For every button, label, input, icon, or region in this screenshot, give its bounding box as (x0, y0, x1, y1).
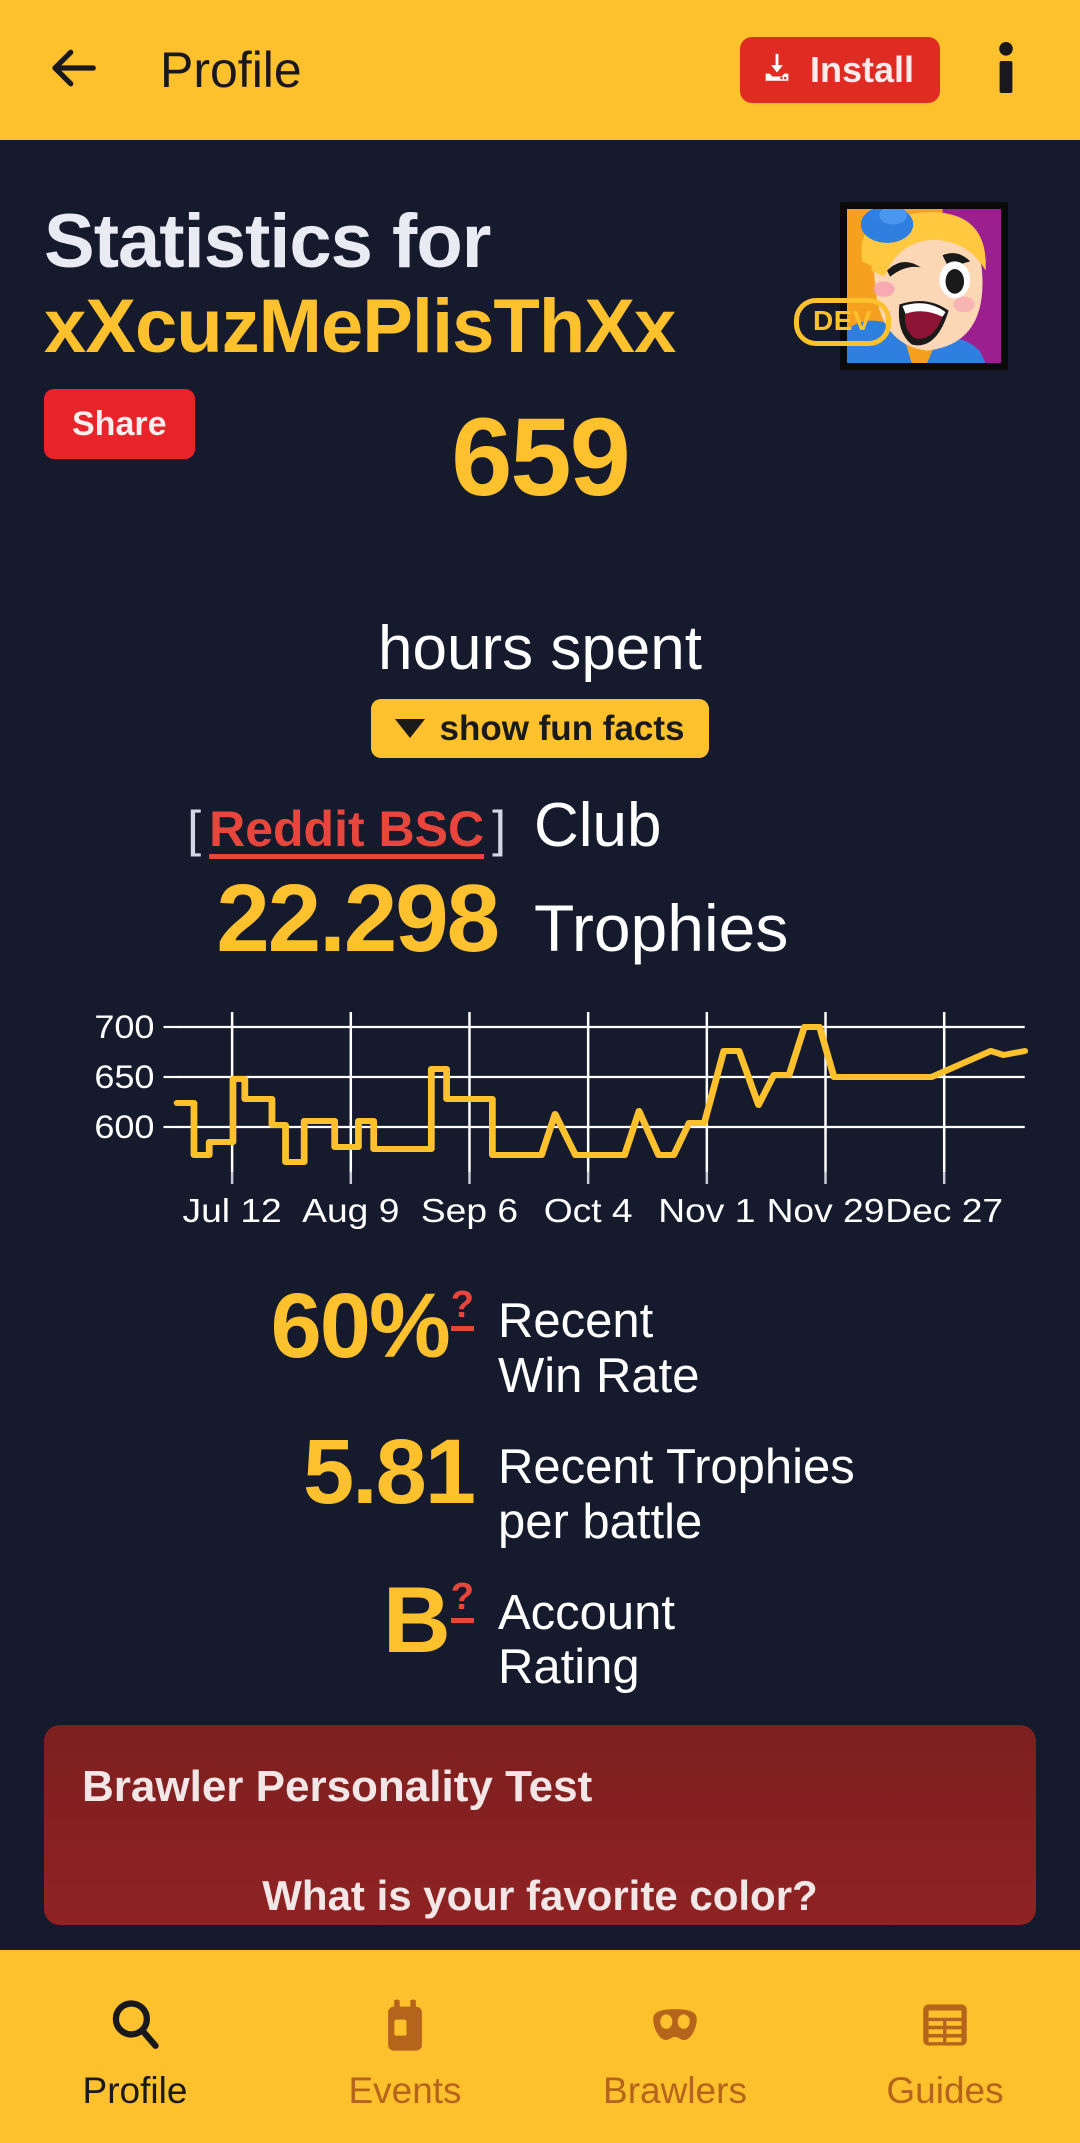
metric-recent-win-rate: 60% ? Recent Win Rate (44, 1275, 1036, 1404)
bracket-close: ] (492, 801, 506, 858)
trophy-history-chart[interactable]: 600 650 700 Jul 12 Aug 9 Sep 6 Oct 4 Nov 1 Nov 2… (44, 1004, 1036, 1234)
nav-item-events[interactable]: Events (270, 1950, 540, 2143)
nav-item-brawlers[interactable]: Brawlers (540, 1950, 810, 2143)
info-icon (996, 41, 1016, 99)
svg-text:Jul 12: Jul 12 (182, 1193, 281, 1230)
statistics-header: Statistics for xXcuzMePlisThXx DEV (44, 140, 1036, 370)
svg-text:Oct 4: Oct 4 (544, 1193, 633, 1230)
metric-value-cell: 60% ? (44, 1275, 474, 1378)
svg-text:650: 650 (94, 1060, 154, 1096)
hours-summary: Share 659 (44, 389, 1036, 599)
club-name-group: [Reddit BSC] (44, 800, 524, 858)
share-button[interactable]: Share (44, 389, 195, 460)
personality-test-title: Brawler Personality Test (82, 1762, 593, 1812)
help-icon-account-rating[interactable]: ? (450, 1578, 474, 1623)
metric-account-rating: B ? Account Rating (44, 1566, 1036, 1696)
profile-content: Statistics for xXcuzMePlisThXx DEV Share… (0, 140, 1080, 1950)
nav-item-guides[interactable]: Guides (810, 1950, 1080, 2143)
svg-text:Nov 29: Nov 29 (767, 1193, 885, 1230)
account-rating-value: B (382, 1566, 451, 1672)
trophies-value: 22.298 (216, 865, 500, 973)
dev-badge: DEV (794, 298, 892, 346)
recent-win-rate-value: 60% (270, 1275, 451, 1378)
metric-value-cell: 5.81 (44, 1420, 476, 1523)
recent-trophies-per-battle-label: Recent Trophies per battle (474, 1426, 1036, 1550)
recent-trophies-per-battle-value: 5.81 (302, 1420, 476, 1523)
trophies-label: Trophies (534, 891, 789, 966)
metric-value-cell: B ? (44, 1566, 474, 1672)
recent-win-rate-label-line1: Recent (498, 1294, 654, 1349)
svg-text:Aug 9: Aug 9 (302, 1193, 399, 1230)
page-title: Profile (160, 42, 302, 98)
nav-label-profile: Profile (82, 2070, 188, 2111)
svg-text:Dec 27: Dec 27 (885, 1193, 1003, 1230)
nav-label-guides: Guides (886, 2070, 1004, 2111)
ticket-icon (376, 1994, 434, 2056)
svg-text:600: 600 (94, 1110, 154, 1146)
brawler-personality-test-card[interactable]: Brawler Personality Test What is your fa… (44, 1725, 1036, 1926)
recent-trophies-label-line2: per battle (498, 1494, 703, 1549)
arrow-left-icon (46, 41, 100, 100)
recent-win-rate-label: Recent Win Rate (474, 1280, 1036, 1404)
nav-label-events: Events (348, 2070, 462, 2111)
install-button-label: Install (809, 49, 914, 90)
svg-text:Sep 6: Sep 6 (421, 1193, 518, 1230)
back-button[interactable] (34, 31, 112, 109)
club-row: [Reddit BSC] Club (44, 790, 1036, 861)
account-rating-label: Account Rating (474, 1572, 1036, 1696)
list-icon (916, 1994, 974, 2056)
bottom-navigation: Profile Events Brawlers Guides (0, 1950, 1080, 2143)
app-screen: Profile Install Statistics for xXcuzMePl… (0, 0, 1080, 2143)
chevron-down-icon (395, 719, 426, 739)
avatar[interactable]: DEV (794, 202, 1008, 370)
trophy-history-chart-svg: 600 650 700 Jul 12 Aug 9 Sep 6 Oct 4 Nov 1 Nov 2… (94, 1010, 1029, 1230)
recent-trophies-label-line1: Recent Trophies (498, 1439, 855, 1494)
account-rating-label-line1: Account (498, 1585, 676, 1640)
info-button[interactable] (966, 30, 1046, 110)
download-install-icon (760, 51, 794, 90)
nav-label-brawlers: Brawlers (603, 2070, 747, 2111)
bracket-open: [ (187, 801, 202, 858)
top-app-bar: Profile Install (0, 0, 1080, 140)
nav-item-profile[interactable]: Profile (0, 1950, 270, 2143)
svg-text:700: 700 (94, 1010, 154, 1046)
personality-test-question: What is your favorite color? (262, 1871, 818, 1919)
club-link[interactable]: Reddit BSC (201, 801, 492, 857)
help-icon-win-rate[interactable]: ? (450, 1286, 474, 1332)
metric-recent-trophies-per-battle: 5.81 Recent Trophies per battle (44, 1420, 1036, 1550)
club-label: Club (534, 791, 662, 861)
fun-facts-row: show fun facts (44, 699, 1036, 759)
svg-text:Nov 1: Nov 1 (658, 1193, 755, 1230)
install-button[interactable]: Install (739, 37, 940, 103)
recent-win-rate-label-line2: Win Rate (498, 1348, 700, 1403)
account-rating-label-line2: Rating (498, 1640, 640, 1695)
metrics-list: 60% ? Recent Win Rate 5.81 Recent Trophi… (44, 1275, 1036, 1696)
show-fun-facts-label: show fun facts (439, 709, 685, 749)
trophies-row: 22.298 Trophies (44, 865, 1036, 973)
mask-icon (646, 1994, 704, 2056)
show-fun-facts-button[interactable]: show fun facts (371, 699, 709, 759)
hours-spent-label: hours spent (378, 614, 702, 684)
search-icon (106, 1994, 164, 2056)
